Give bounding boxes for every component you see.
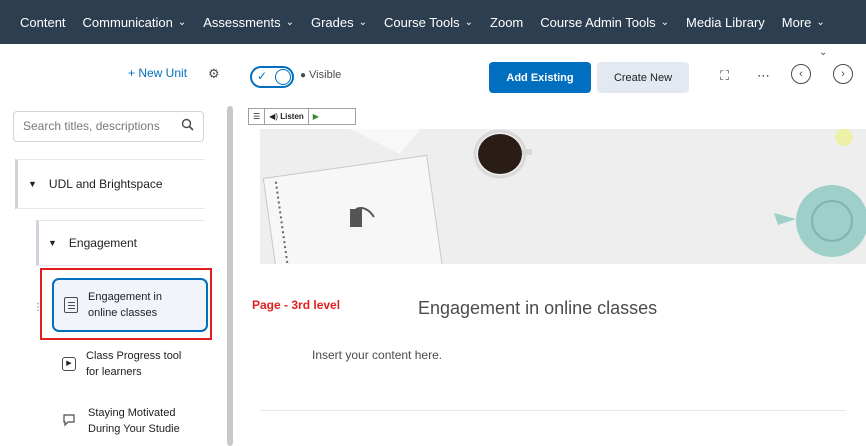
chevron-down-icon: ⌄ <box>660 16 670 28</box>
nav-item-label: More <box>781 14 812 30</box>
toc-item-label-line2: During Your Studie <box>88 423 180 435</box>
unit-label: Engagement <box>68 236 137 250</box>
fullscreen-expand-icon[interactable]: ⛶ <box>720 68 729 84</box>
page-title: Engagement in online classes <box>418 298 658 318</box>
nav-item-label: Course Tools <box>384 14 460 30</box>
nav-item-zoom[interactable]: Zoom <box>490 15 523 30</box>
listen-button[interactable]: ◀) Listen <box>265 109 309 124</box>
chevron-down-icon: ⌄ <box>177 16 187 28</box>
nav-item-label: Content <box>20 14 66 30</box>
nav-item-content[interactable]: Content <box>20 15 66 30</box>
document-icon <box>64 297 78 313</box>
search-input[interactable]: Search titles, descriptions <box>13 111 204 142</box>
visible-label: Visible <box>309 69 342 81</box>
toc-item-engagement-in-online-classes[interactable]: Engagement in online classes <box>52 278 208 332</box>
play-icon[interactable]: ▶ <box>309 109 323 124</box>
chevron-down-icon[interactable]: ⌄ <box>819 47 827 58</box>
menu-icon[interactable]: ☰ <box>249 109 266 124</box>
next-arrow-icon[interactable]: › <box>833 64 853 84</box>
collapse-caret-icon[interactable]: ▼ <box>48 238 57 248</box>
readspeaker-toolbar: ☰ ◀) Listen ▶ <box>248 108 356 125</box>
chevron-down-icon: ⌄ <box>285 16 294 28</box>
visibility-status: ● Visible <box>300 69 341 81</box>
nav-item-label: Grades <box>310 14 354 30</box>
page-level-annotation: Page - 3rd level <box>252 298 341 312</box>
search-icon[interactable] <box>181 118 194 134</box>
content-placeholder: Insert your content here. <box>312 348 443 362</box>
nav-item-assessments[interactable]: Assessments ⌄ <box>203 15 294 30</box>
add-existing-button[interactable]: Add Existing <box>489 62 591 93</box>
collapse-caret-icon[interactable]: ▼ <box>28 179 37 189</box>
divider <box>260 410 846 411</box>
create-new-button[interactable]: Create New <box>597 62 689 93</box>
toc-item-label: Staying Motivated During Your Studie <box>88 405 180 437</box>
toc-item-label: Engagement in online classes <box>88 289 162 321</box>
unit-engagement[interactable]: ▼ Engagement <box>36 220 205 266</box>
nav-item-grades[interactable]: Grades ⌄ <box>311 15 367 30</box>
table-of-contents-panel: + New Unit ⚙ Search titles, descriptions… <box>0 44 233 446</box>
nav-item-course-admin-tools[interactable]: Course Admin Tools ⌄ <box>540 15 669 30</box>
chevron-down-icon: ⌄ <box>358 16 367 28</box>
video-play-icon: ▶ <box>62 357 76 371</box>
nav-item-communication[interactable]: Communication ⌄ <box>83 15 187 30</box>
nav-item-label: Communication <box>82 14 173 30</box>
more-options-icon[interactable]: ⋯ <box>757 68 770 84</box>
nav-item-more[interactable]: More ⌄ <box>782 15 825 30</box>
discussion-icon <box>62 413 78 430</box>
top-navigation: Content Communication ⌄ Assessments ⌄ Grades ⌄… <box>0 0 866 44</box>
toc-item-label-line1: Class Progress tool <box>86 350 182 362</box>
chevron-down-icon: ⌄ <box>816 16 825 28</box>
checkmark-icon: ✓ <box>257 69 268 83</box>
unit-label: UDL and Brightspace <box>48 177 163 191</box>
visibility-toggle[interactable]: ✓ <box>250 66 294 88</box>
banner-image <box>260 129 866 264</box>
toc-item-label-line1: Engagement in <box>88 291 162 303</box>
toc-item-label-line2: online classes <box>88 307 158 319</box>
content-viewer: ⌄ ✓ ● Visible Add Existing Create New ⛶ ⋯… <box>236 44 866 446</box>
toc-item-label-line2: for learners <box>86 366 142 378</box>
previous-arrow-icon[interactable]: ‹ <box>791 64 811 84</box>
toc-item-staying-motivated[interactable]: Staying Motivated During Your Studie <box>62 405 180 437</box>
chevron-down-icon: ⌄ <box>464 16 474 28</box>
new-unit-button[interactable]: + New Unit <box>128 66 187 80</box>
annotation-highlight-box: Engagement in online classes <box>40 268 212 340</box>
toc-item-label: Class Progress tool for learners <box>86 348 181 380</box>
nav-item-label: Assessments <box>203 14 281 30</box>
settings-gear-icon[interactable]: ⚙ <box>208 66 220 82</box>
toc-item-class-progress-tool[interactable]: ▶ Class Progress tool for learners <box>62 348 181 380</box>
toc-item-label-line1: Staying Motivated <box>88 407 176 419</box>
nav-item-label: Zoom <box>490 14 524 30</box>
listen-label: Listen <box>280 112 304 121</box>
panel-scrollbar[interactable] <box>227 106 233 446</box>
nav-item-label: Course Admin Tools <box>540 14 656 30</box>
unit-udl-and-brightspace[interactable]: ▼ UDL and Brightspace <box>15 159 205 209</box>
nav-item-course-tools[interactable]: Course Tools ⌄ <box>384 15 473 30</box>
nav-item-label: Media Library <box>686 14 765 30</box>
nav-item-media-library[interactable]: Media Library <box>686 15 765 30</box>
search-placeholder: Search titles, descriptions <box>23 119 160 133</box>
eye-icon: ● <box>300 70 307 81</box>
toggle-knob <box>275 69 291 85</box>
